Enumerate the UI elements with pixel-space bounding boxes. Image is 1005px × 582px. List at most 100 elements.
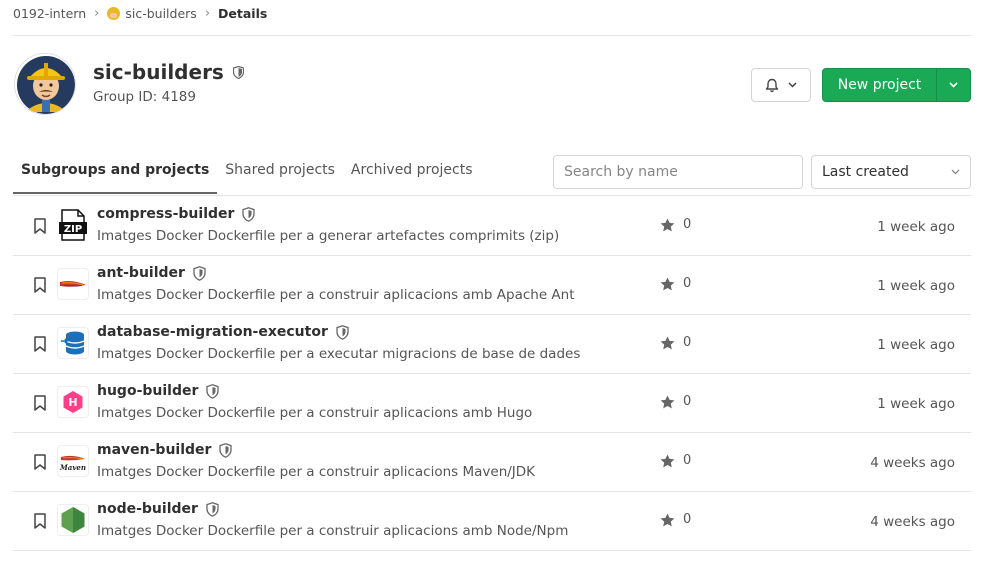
updated-time: 4 weeks ago [870,455,955,471]
project-avatar [57,327,89,359]
project-list: ZIP compress-builder Imatges Docker Dock… [13,197,971,551]
new-project-dropdown-toggle[interactable] [937,69,970,101]
sort-selected-label: Last created [822,164,909,180]
updated-time: 1 week ago [877,219,955,235]
project-name: ant-builder [97,265,185,281]
project-name-link[interactable]: node-builder [97,501,219,517]
breadcrumb-item-parent-group[interactable]: 0192-intern [13,6,86,21]
list-item: node-builder Imatges Docker Dockerfile p… [13,492,971,551]
star-count-value: 0 [683,217,692,232]
list-item: ant-builder Imatges Docker Dockerfile pe… [13,256,971,315]
bookmark-icon[interactable] [34,277,46,293]
project-name: maven-builder [97,442,212,458]
new-project-split-button[interactable]: New project [822,68,971,102]
tab-archived-projects[interactable]: Archived projects [343,150,481,194]
project-description: Imatges Docker Dockerfile per a executar… [97,346,581,362]
project-name-link[interactable]: ant-builder [97,265,206,281]
bookmark-icon[interactable] [34,218,46,234]
maven-logo-icon: Maven [59,455,86,472]
sort-dropdown[interactable]: Last created [811,155,971,189]
bookmark-icon[interactable] [34,395,46,411]
star-icon [660,336,675,349]
project-name: compress-builder [97,206,235,222]
hugo-logo-icon: H [63,391,83,413]
bookmark-icon[interactable] [34,513,46,529]
chevron-down-icon [949,82,958,88]
tab-shared-projects[interactable]: Shared projects [217,150,343,194]
star-count-value: 0 [683,453,692,468]
zip-label: ZIP [64,224,82,235]
visibility-shield-icon [193,265,206,281]
search-input[interactable] [553,155,803,189]
new-project-button[interactable]: New project [823,69,937,101]
project-avatar: H [57,386,89,418]
chevron-down-icon [788,82,797,88]
project-avatar [57,504,89,536]
group-avatar [14,53,76,115]
list-item: database-migration-executor Imatges Dock… [13,315,971,374]
breadcrumb-item-group[interactable]: sic-builders [125,6,196,21]
list-item: Maven maven-builder Imatges Docker Docke… [13,433,971,492]
group-title: sic-builders [93,60,244,84]
project-name-link[interactable]: compress-builder [97,206,256,222]
bookmark-icon[interactable] [34,336,46,352]
group-id: Group ID: 4189 [93,89,196,105]
visibility-shield-icon [232,65,244,79]
updated-time: 1 week ago [877,396,955,412]
project-name: node-builder [97,501,198,517]
project-name-link[interactable]: hugo-builder [97,383,220,399]
star-icon [660,395,675,408]
project-avatar: Maven [57,445,89,477]
project-name-link[interactable]: maven-builder [97,442,233,458]
bookmark-icon[interactable] [34,454,46,470]
visibility-shield-icon [219,442,233,458]
bell-icon [765,78,779,92]
chevron-right-icon: › [204,5,211,21]
project-avatar: ZIP [57,209,89,241]
star-count-value: 0 [683,276,692,291]
tab-subgroups-and-projects[interactable]: Subgroups and projects [13,150,218,194]
divider [13,195,971,196]
project-description: Imatges Docker Dockerfile per a generar … [97,228,560,244]
group-name: sic-builders [93,60,224,84]
visibility-shield-icon [336,324,349,340]
breadcrumb-item-current[interactable]: Details [218,6,267,21]
hugo-logo-letter: H [68,396,77,409]
project-description: Imatges Docker Dockerfile per a construi… [97,405,533,421]
star-count: 0 [660,217,691,232]
project-avatar [57,268,89,300]
notification-settings-button[interactable] [751,68,811,102]
divider [13,35,971,36]
project-name: database-migration-executor [97,324,328,340]
star-count: 0 [660,276,691,291]
project-description: Imatges Docker Dockerfile per a construi… [97,464,536,480]
star-icon [660,277,675,290]
zip-icon: ZIP [59,209,87,241]
ant-logo-icon [60,281,86,287]
breadcrumb: 0192-intern › sic-builders › Details [13,4,267,22]
chevron-right-icon: › [94,5,100,21]
star-count: 0 [660,453,691,468]
star-icon [660,454,675,467]
maven-wordmark: Maven [59,463,86,472]
visibility-shield-icon [206,383,220,399]
list-item: ZIP compress-builder Imatges Docker Dock… [13,197,971,256]
star-count: 0 [660,335,691,350]
visibility-shield-icon [242,206,256,222]
star-icon [660,513,675,526]
project-name: hugo-builder [97,383,199,399]
project-description: Imatges Docker Dockerfile per a construi… [97,523,569,539]
project-description: Imatges Docker Dockerfile per a construi… [97,287,575,303]
star-count-value: 0 [683,512,692,527]
star-icon [660,218,675,231]
star-count: 0 [660,394,691,409]
star-count-value: 0 [683,335,692,350]
group-tabs: Subgroups and projects Shared projects A… [13,150,481,194]
project-name-link[interactable]: database-migration-executor [97,324,349,340]
node-logo-icon [61,507,85,533]
updated-time: 1 week ago [877,337,955,353]
builder-avatar-icon [17,56,75,114]
star-count: 0 [660,512,691,527]
chevron-down-icon [951,169,960,175]
star-count-value: 0 [683,394,692,409]
